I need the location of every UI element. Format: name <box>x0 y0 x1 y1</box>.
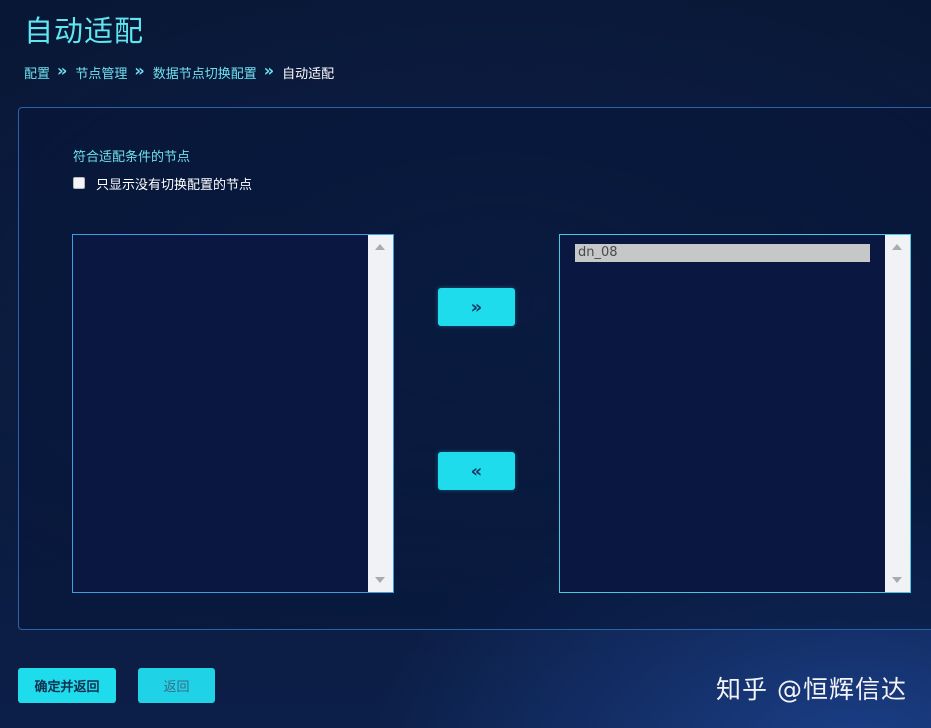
confirm-and-return-button[interactable]: 确定并返回 <box>18 668 116 703</box>
move-right-button[interactable]: » <box>438 288 515 326</box>
list-item[interactable]: dn_08 <box>575 244 870 262</box>
available-nodes-scrollbar[interactable] <box>368 235 393 592</box>
breadcrumb-item-current: 自动适配 <box>282 66 335 82</box>
section-label: 符合适配条件的节点 <box>73 150 191 165</box>
breadcrumb-item-node-management[interactable]: 节点管理 <box>75 63 127 82</box>
available-nodes-listbox[interactable] <box>72 234 394 593</box>
filter-row: 只显示没有切换配置的节点 <box>73 174 252 193</box>
breadcrumb-separator-icon: » <box>263 60 275 80</box>
breadcrumb-item-config[interactable]: 配置 <box>24 63 50 82</box>
page-title: 自动适配 <box>24 14 145 48</box>
scroll-up-icon[interactable] <box>892 244 902 250</box>
breadcrumb-item-data-node-switch-config[interactable]: 数据节点切换配置 <box>153 63 257 82</box>
breadcrumb-separator-icon: » <box>134 60 145 80</box>
watermark: 知乎 @恒辉信达 <box>716 675 907 704</box>
back-button[interactable]: 返回 <box>138 668 215 703</box>
move-left-button[interactable]: « <box>438 452 515 490</box>
scroll-up-icon[interactable] <box>375 244 385 250</box>
selected-nodes-listbox[interactable]: dn_08 <box>559 234 911 593</box>
only-unconfigured-checkbox[interactable] <box>73 177 85 189</box>
breadcrumb: 配置 » 节点管理 » 数据节点切换配置 » 自动适配 <box>24 60 335 82</box>
only-unconfigured-label[interactable]: 只显示没有切换配置的节点 <box>96 174 252 193</box>
scroll-down-icon[interactable] <box>892 577 902 583</box>
breadcrumb-separator-icon: » <box>57 60 68 80</box>
selected-nodes-scrollbar[interactable] <box>885 235 910 592</box>
scroll-down-icon[interactable] <box>375 577 385 583</box>
